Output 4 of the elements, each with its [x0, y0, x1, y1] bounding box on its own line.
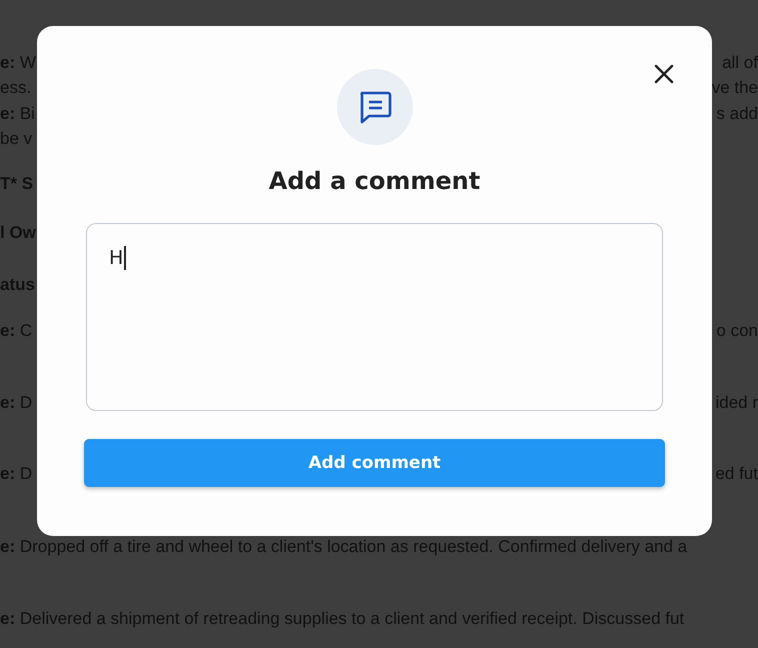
dialog-title: Add a comment: [268, 166, 480, 197]
comment-field[interactable]: H: [86, 223, 663, 411]
text-cursor: [124, 246, 126, 270]
close-icon[interactable]: [653, 63, 675, 85]
